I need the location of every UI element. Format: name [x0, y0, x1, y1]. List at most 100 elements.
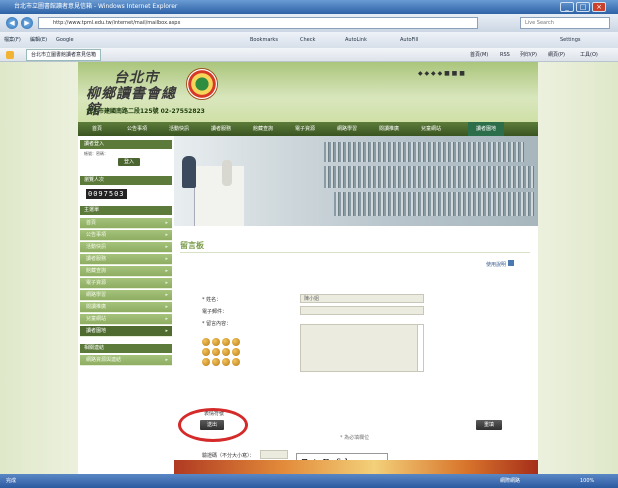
- favorites-star-icon[interactable]: [6, 51, 14, 59]
- emoticon-icon[interactable]: [212, 358, 220, 366]
- status-text: 完成: [6, 478, 17, 484]
- emoticon-icon[interactable]: [232, 348, 240, 356]
- sidebar-item-kids[interactable]: 兒童網站 ▸: [80, 314, 172, 325]
- sidebar-item-services[interactable]: 讀者服務 ▸: [80, 254, 172, 265]
- sidebar-item-elearning[interactable]: 網路學習 ▸: [80, 290, 172, 301]
- menu-eresources[interactable]: 電子資源: [284, 122, 326, 136]
- menu-edit[interactable]: 編輯(E): [30, 32, 47, 48]
- toolbar: 檔案(F) 編輯(E) Google Bookmarks Check AutoL…: [0, 32, 618, 48]
- chevron-right-icon: ▸: [165, 304, 168, 310]
- sidebar-item-label: 讀者服務: [86, 256, 107, 262]
- footer-decoration: [174, 460, 538, 474]
- menu-announcements[interactable]: 公告事項: [116, 122, 158, 136]
- toolbar-settings[interactable]: Settings: [560, 32, 581, 48]
- site-logo-text[interactable]: 台北市 柳鄉讀書會總館: [86, 70, 186, 118]
- message-textarea[interactable]: [300, 324, 424, 372]
- tab-current[interactable]: 台北市立圖書館讀者意見信箱: [26, 49, 102, 61]
- zoom-level[interactable]: 100%: [580, 474, 594, 488]
- emoticon-icon[interactable]: [202, 348, 210, 356]
- title-bar: 台北市立圖書館讀者意見信箱 - Windows Internet Explore…: [0, 0, 618, 14]
- menu-home[interactable]: 首頁: [78, 122, 116, 136]
- header-shortcut-icons[interactable]: ◆ ◆ ◆ ◆ ■ ■ ■: [418, 70, 465, 77]
- login-hint: 帳號：密碼：: [84, 151, 108, 156]
- sidebar-item-related[interactable]: 網路資源與連結 ▸: [80, 355, 172, 366]
- forward-button[interactable]: ▶: [21, 17, 33, 29]
- emoticon-icon[interactable]: [212, 348, 220, 356]
- email-field[interactable]: [300, 306, 424, 315]
- emoticon-icon[interactable]: [232, 358, 240, 366]
- fav-tools[interactable]: 工具(O): [580, 48, 598, 62]
- page-title: 留言板: [180, 241, 204, 250]
- emoticon-icon[interactable]: [222, 338, 230, 346]
- message-scrollbar[interactable]: [417, 325, 423, 371]
- document-icon: [507, 260, 514, 266]
- sidebar-item-label: 讀者園地: [86, 328, 107, 334]
- fav-page[interactable]: 網頁(P): [548, 48, 565, 62]
- sidebar-item-label: 閱讀推廣: [86, 304, 107, 310]
- chevron-right-icon: ▸: [165, 357, 168, 363]
- sidebar-item-catalog[interactable]: 館藏查詢 ▸: [80, 266, 172, 277]
- help-link-label: 使用說明: [486, 262, 507, 268]
- menu-services[interactable]: 讀者服務: [200, 122, 242, 136]
- chevron-right-icon: ▸: [165, 328, 168, 334]
- sidebar-item-label: 公告事項: [86, 232, 107, 238]
- email-label: 電子郵件：: [202, 309, 228, 315]
- name-field[interactable]: 陳小姐: [300, 294, 424, 303]
- fav-rss[interactable]: RSS: [500, 48, 510, 62]
- fav-print[interactable]: 列印(P): [520, 48, 537, 62]
- menu-events[interactable]: 活動快訊: [158, 122, 200, 136]
- emoticon-icon[interactable]: [232, 338, 240, 346]
- sidebar-item-eresources[interactable]: 電子資源 ▸: [80, 278, 172, 289]
- sidebar-item-forum[interactable]: 讀者園地 ▸: [80, 326, 172, 337]
- related-heading: 相關連結: [80, 344, 172, 353]
- menu-forum[interactable]: 讀者園地: [468, 122, 504, 136]
- favorites-bar: 台北市立圖書館讀者意見信箱 首頁(M) RSS 列印(P) 網頁(P) 工具(O…: [0, 48, 618, 62]
- captcha-input[interactable]: [260, 450, 288, 459]
- main-section-heading: 主選單: [80, 206, 172, 215]
- menu-catalog[interactable]: 館藏查詢: [242, 122, 284, 136]
- toolbar-bookmarks[interactable]: Bookmarks: [250, 32, 278, 48]
- toolbar-autofill[interactable]: AutoFill: [400, 32, 418, 48]
- highlight-annotation: [178, 408, 248, 442]
- sidebar-item-reading[interactable]: 閱讀推廣 ▸: [80, 302, 172, 313]
- chevron-right-icon: ▸: [165, 232, 168, 238]
- close-button[interactable]: ×: [592, 2, 606, 12]
- search-input[interactable]: Live Search: [520, 17, 610, 29]
- fav-home[interactable]: 首頁(M): [470, 48, 488, 62]
- bookshelf-row: [324, 142, 524, 162]
- library-banner-photo: [174, 136, 538, 226]
- sidebar-item-home[interactable]: 首頁 ▸: [80, 218, 172, 229]
- emoticon-icon[interactable]: [202, 358, 210, 366]
- sidebar-item-label: 活動快訊: [86, 244, 107, 250]
- reset-button[interactable]: 重填: [476, 420, 502, 430]
- emoticon-icon[interactable]: [222, 358, 230, 366]
- security-zone: 網際網路: [500, 478, 521, 484]
- bookshelf-row: [324, 166, 534, 188]
- title-divider: [180, 252, 530, 253]
- visitor-figure: [222, 160, 232, 186]
- toolbar-google[interactable]: Google: [56, 32, 74, 48]
- sidebar: 讀者登入 帳號：密碼： 登入 瀏覽人次 0097503 主選單 首頁 ▸ 公告事項…: [78, 136, 174, 396]
- menu-elearning[interactable]: 網路學習: [326, 122, 368, 136]
- back-button[interactable]: ◀: [6, 17, 18, 29]
- site-address: 台北市建國南路二段125號 02-27552823: [86, 108, 205, 115]
- sidebar-item-events[interactable]: 活動快訊 ▸: [80, 242, 172, 253]
- chevron-right-icon: ▸: [165, 244, 168, 250]
- maximize-button[interactable]: □: [576, 2, 590, 12]
- toolbar-check[interactable]: Check: [300, 32, 315, 48]
- sidebar-item-announcements[interactable]: 公告事項 ▸: [80, 230, 172, 241]
- menu-file[interactable]: 檔案(F): [4, 32, 21, 48]
- site-header: 台北市 柳鄉讀書會總館 台北市建國南路二段125號 02-27552823 ◆ …: [78, 62, 538, 122]
- emoticon-icon[interactable]: [212, 338, 220, 346]
- toolbar-autolink[interactable]: AutoLink: [345, 32, 367, 48]
- login-button[interactable]: 登入: [118, 158, 140, 166]
- sidebar-item-label: 兒童網站: [86, 316, 107, 322]
- emoticon-icon[interactable]: [222, 348, 230, 356]
- menu-reading[interactable]: 閱讀推廣: [368, 122, 410, 136]
- menu-kids[interactable]: 兒童網站: [410, 122, 452, 136]
- address-bar[interactable]: http://www.tpml.edu.tw/internet/mail/mai…: [38, 17, 478, 29]
- emoticon-icon[interactable]: [202, 338, 210, 346]
- page-viewport: 台北市 柳鄉讀書會總館 台北市建國南路二段125號 02-27552823 ◆ …: [0, 62, 618, 474]
- minimize-button[interactable]: _: [560, 2, 574, 12]
- help-link[interactable]: 使用說明: [486, 260, 514, 268]
